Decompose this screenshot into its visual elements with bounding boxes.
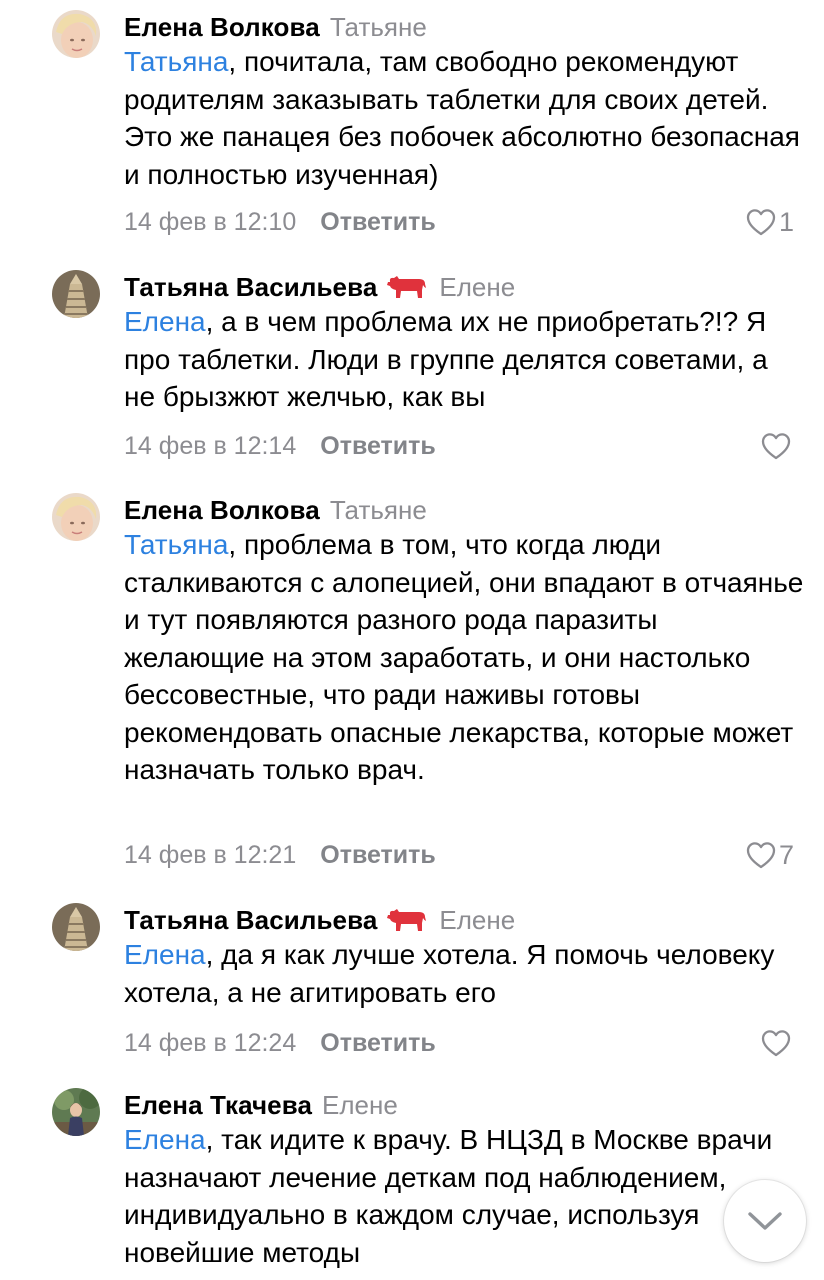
- scroll-down-button[interactable]: [724, 1180, 806, 1262]
- comment-time: 14 фев в 12:14: [124, 432, 297, 460]
- heart-outline-icon: [746, 842, 776, 869]
- like-button[interactable]: 7: [745, 838, 794, 872]
- red-cow-icon: [387, 909, 427, 932]
- reply-to-name[interactable]: Елене: [439, 272, 515, 302]
- comment-header: Елена Ткачева Елене: [124, 1088, 398, 1122]
- author-name[interactable]: Елена Волкова: [124, 12, 320, 42]
- comment-text: Татьяна, проблема в том, что когда люди …: [124, 526, 804, 789]
- comment-time: 14 фев в 12:21: [124, 841, 297, 869]
- author-name[interactable]: Татьяна Васильева: [124, 905, 377, 935]
- mention-link[interactable]: Елена: [124, 306, 206, 337]
- like-button[interactable]: [760, 1026, 794, 1060]
- reply-button[interactable]: Ответить: [320, 1029, 436, 1057]
- like-button[interactable]: [760, 429, 794, 463]
- author-name[interactable]: Елена Ткачева: [124, 1090, 312, 1120]
- reply-button[interactable]: Ответить: [320, 432, 436, 460]
- comment-text: Татьяна, почитала, там свободно рекоменд…: [124, 43, 804, 193]
- author-name[interactable]: Татьяна Васильева: [124, 272, 377, 302]
- avatar[interactable]: [52, 1088, 100, 1136]
- avatar[interactable]: [52, 493, 100, 541]
- comment-meta: 14 фев в 12:14 Ответить: [124, 429, 436, 463]
- heart-outline-icon: [746, 209, 776, 236]
- mention-link[interactable]: Татьяна: [124, 46, 228, 77]
- avatar[interactable]: [52, 10, 100, 58]
- like-count: 7: [778, 839, 794, 870]
- comment-body: , так идите к врачу. В НЦЗД в Москве вра…: [124, 1124, 773, 1268]
- comment-meta: 14 фев в 12:24 Ответить: [124, 1026, 436, 1060]
- comment-body: , проблема в том, что когда люди сталкив…: [124, 529, 804, 785]
- mention-link[interactable]: Елена: [124, 939, 206, 970]
- chevron-down-icon: [748, 1212, 782, 1230]
- reply-button[interactable]: Ответить: [320, 208, 436, 236]
- comment-meta: 14 фев в 12:21 Ответить: [124, 838, 436, 872]
- comment-meta: 14 фев в 12:10 Ответить: [124, 205, 436, 239]
- heart-outline-icon: [761, 1030, 791, 1057]
- comment-body: , да я как лучше хотела. Я помочь челове…: [124, 939, 775, 1008]
- avatar[interactable]: [52, 903, 100, 951]
- comment-header: Татьяна Васильева Елене: [124, 270, 515, 304]
- comment-time: 14 фев в 12:10: [124, 208, 297, 236]
- comment-header: Елена Волкова Татьяне: [124, 10, 427, 44]
- comment-header: Елена Волкова Татьяне: [124, 493, 427, 527]
- like-button[interactable]: 1: [745, 205, 794, 239]
- heart-outline-icon: [761, 433, 791, 460]
- reply-to-name[interactable]: Елене: [439, 905, 515, 935]
- author-name[interactable]: Елена Волкова: [124, 495, 320, 525]
- avatar[interactable]: [52, 270, 100, 318]
- reply-to-name[interactable]: Елене: [322, 1090, 398, 1120]
- comment-body: , а в чем проблема их не приобретать?!? …: [124, 306, 768, 412]
- reply-button[interactable]: Ответить: [320, 841, 436, 869]
- red-cow-icon: [387, 276, 427, 299]
- comment-text: Елена, да я как лучше хотела. Я помочь ч…: [124, 936, 804, 1011]
- mention-link[interactable]: Татьяна: [124, 529, 228, 560]
- comment-text: Елена, так идите к врачу. В НЦЗД в Москв…: [124, 1121, 804, 1271]
- reply-to-name[interactable]: Татьяне: [330, 12, 427, 42]
- comment-text: Елена, а в чем проблема их не приобретат…: [124, 303, 804, 416]
- mention-link[interactable]: Елена: [124, 1124, 206, 1155]
- comment-header: Татьяна Васильева Елене: [124, 903, 515, 937]
- comment-time: 14 фев в 12:24: [124, 1029, 297, 1057]
- like-count: 1: [778, 206, 794, 237]
- reply-to-name[interactable]: Татьяне: [330, 495, 427, 525]
